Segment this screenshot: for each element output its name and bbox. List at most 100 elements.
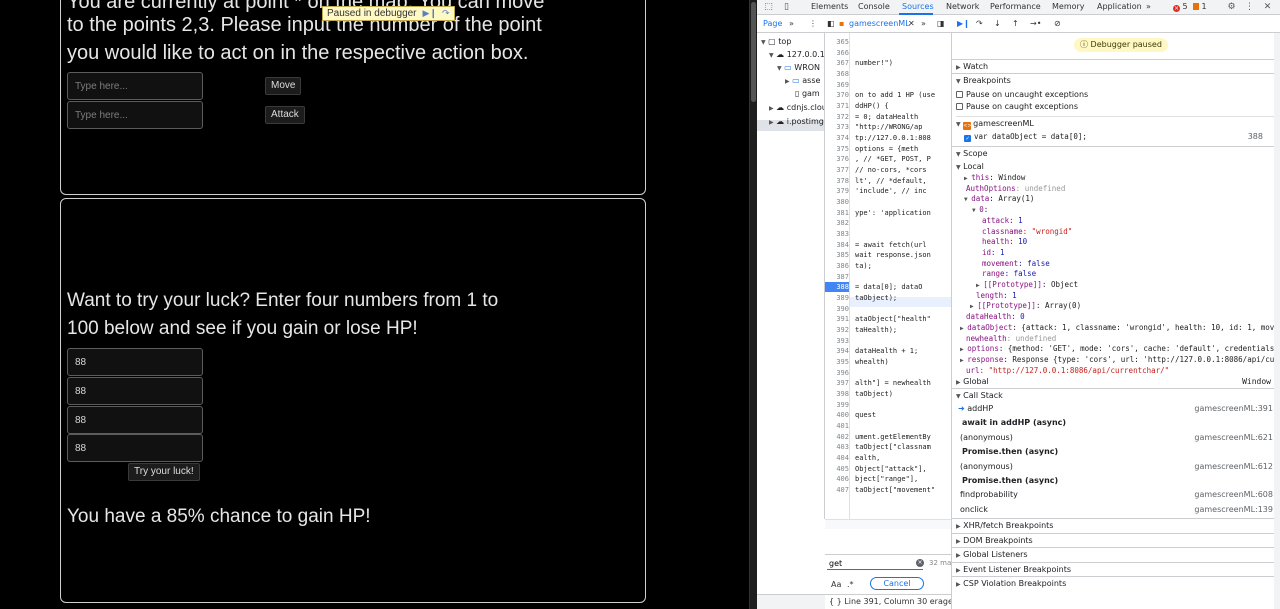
line-number[interactable]: 396	[825, 368, 849, 378]
dom-breakpoints-header[interactable]: ▶ DOM Breakpoints	[952, 533, 1280, 547]
call-frame[interactable]: ➜ addHP gamescreenML:391	[958, 404, 1280, 414]
resume-script-icon[interactable]: ▶❙	[957, 19, 970, 28]
line-number[interactable]: 370	[825, 90, 849, 100]
call-frame[interactable]: findprobability gamescreenML:608	[958, 490, 1280, 500]
line-number[interactable]: 393	[825, 336, 849, 346]
breakpoints-section-header[interactable]: ▼ Breakpoints	[952, 73, 1280, 87]
close-devtools-icon[interactable]: ✕	[1262, 2, 1273, 12]
frame-location[interactable]: gamescreenML:621	[1194, 433, 1273, 443]
step-over-icon[interactable]: ↷	[976, 19, 983, 28]
toggle-debugger-icon[interactable]: ◨	[937, 19, 945, 28]
scope-variable[interactable]: health: 10	[982, 237, 1280, 247]
frame-location[interactable]: gamescreenML:612	[1194, 462, 1273, 472]
tab-sources[interactable]: Sources	[902, 2, 934, 11]
line-number-gutter[interactable]: 365 366 367 368 369 370 371 372 373 374 375 376 377 3…	[825, 33, 850, 519]
call-frame[interactable]: (anonymous) gamescreenML:612	[958, 462, 1280, 472]
scope-variable[interactable]: ▶ [[Prototype]]: Object	[976, 280, 1280, 291]
line-number[interactable]: 365	[825, 37, 849, 47]
breakpoint-file-group[interactable]: ▼ <> gamescreenML	[956, 116, 1280, 130]
line-number[interactable]: 407	[825, 485, 849, 495]
step-over-icon[interactable]: ↷	[442, 7, 450, 20]
code-editor[interactable]: 365 366 367 368 369 370 371 372 373 374 375 376 377 3…	[825, 33, 951, 519]
line-number[interactable]: 383	[825, 229, 849, 239]
scope-variable[interactable]: ▶ this: Window	[964, 173, 1280, 184]
scope-variable[interactable]: ▶ response: Response {type: 'cors', url:…	[960, 355, 1280, 366]
scope-variable[interactable]: ▶ dataObject: {attack: 1, classname: 'wr…	[960, 323, 1280, 334]
scope-variable[interactable]: ▼ 0:	[972, 205, 1280, 216]
pause-caught-option[interactable]: Pause on caught exceptions	[956, 102, 1280, 112]
inspect-element-icon[interactable]: ⬚	[763, 2, 774, 12]
close-file-tab-icon[interactable]: ✕	[908, 19, 915, 28]
step-icon[interactable]: →•	[1030, 19, 1041, 28]
line-number[interactable]: 405	[825, 464, 849, 474]
deactivate-breakpoints-icon[interactable]: ⊘	[1054, 19, 1061, 28]
match-case-toggle[interactable]: Aa	[831, 580, 841, 589]
device-toolbar-icon[interactable]: ▯	[781, 2, 792, 12]
line-number[interactable]: 384	[825, 240, 849, 250]
line-number[interactable]: 374	[825, 133, 849, 143]
pause-uncaught-checkbox[interactable]	[956, 91, 963, 98]
more-files-icon[interactable]: »	[921, 19, 926, 28]
call-frame[interactable]: (anonymous) gamescreenML:621	[958, 433, 1280, 443]
line-number[interactable]: 391	[825, 314, 849, 324]
line-number[interactable]: 402	[825, 432, 849, 442]
scope-section-header[interactable]: ▼ Scope	[952, 146, 1280, 160]
line-number[interactable]: 377	[825, 165, 849, 175]
tab-elements[interactable]: Elements	[811, 2, 848, 11]
line-number[interactable]: 392	[825, 325, 849, 335]
resume-icon[interactable]: ▶❙	[423, 7, 437, 20]
tab-network[interactable]: Network	[946, 2, 979, 11]
line-number[interactable]: 366	[825, 48, 849, 58]
tree-item-top[interactable]: ▼ ▢ top	[761, 37, 791, 46]
frame-location[interactable]: gamescreenML:139	[1194, 505, 1273, 515]
toggle-navigator-icon[interactable]: ◧	[827, 19, 835, 28]
line-number[interactable]: 372	[825, 112, 849, 122]
sidebar-scrollbar[interactable]	[1274, 33, 1280, 609]
line-number[interactable]: 401	[825, 421, 849, 431]
scope-variable[interactable]: classname: "wrongid"	[982, 227, 1280, 237]
editor-horizontal-scrollbar[interactable]	[825, 519, 951, 529]
scope-variable[interactable]: length: 1	[976, 291, 1280, 301]
error-count-badge[interactable]: × 5	[1173, 2, 1188, 12]
line-number[interactable]: 378	[825, 176, 849, 186]
attack-button[interactable]: Attack	[265, 106, 305, 124]
line-number[interactable]: 381	[825, 208, 849, 218]
regex-toggle[interactable]: .*	[847, 580, 854, 589]
scope-variable[interactable]: movement: false	[982, 259, 1280, 269]
breakpoint-entry[interactable]: ✓ var dataObject = data[0]; 388	[964, 132, 1280, 142]
line-number[interactable]: 387	[825, 272, 849, 282]
more-navigators-icon[interactable]: »	[789, 19, 794, 28]
luck-number-input-3[interactable]	[67, 406, 203, 434]
watch-section-header[interactable]: ▶ Watch	[952, 59, 1280, 73]
line-number[interactable]: 367	[825, 58, 849, 68]
scope-variable[interactable]: attack: 1	[982, 216, 1280, 226]
clear-search-icon[interactable]: ×	[916, 559, 924, 567]
line-number[interactable]: 398	[825, 389, 849, 399]
scope-variable[interactable]: ▼ data: Array(1)	[964, 194, 1280, 205]
line-number[interactable]: 388	[825, 282, 849, 293]
pause-caught-checkbox[interactable]	[956, 103, 963, 110]
scope-variable[interactable]: AuthOptions: undefined	[966, 184, 1280, 194]
xhr-breakpoints-header[interactable]: ▶ XHR/fetch Breakpoints	[952, 518, 1280, 532]
scope-local-header[interactable]: ▼ Local	[956, 162, 1280, 173]
tab-console[interactable]: Console	[858, 2, 890, 11]
line-number[interactable]: 389	[825, 293, 849, 303]
tree-item-cdnjs[interactable]: ▶ ☁ cdnjs.clou	[769, 103, 824, 112]
line-number[interactable]: 386	[825, 261, 849, 271]
tab-application[interactable]: Application	[1097, 2, 1142, 11]
line-number[interactable]: 385	[825, 250, 849, 260]
cancel-search-button[interactable]: Cancel	[870, 577, 924, 590]
call-stack-section-header[interactable]: ▼ Call Stack	[952, 388, 1280, 402]
line-number[interactable]: 369	[825, 80, 849, 90]
luck-number-input-1[interactable]	[67, 348, 203, 376]
line-number[interactable]: 379	[825, 186, 849, 196]
step-out-icon[interactable]: ↑	[1012, 19, 1019, 28]
line-number[interactable]: 371	[825, 101, 849, 111]
frame-location[interactable]: gamescreenML:391	[1194, 404, 1273, 414]
tree-item-assets[interactable]: ▶ ▭ asse	[785, 76, 820, 85]
try-your-luck-button[interactable]: Try your luck!	[128, 463, 200, 481]
scope-variable[interactable]: ▶ options: {method: 'GET', mode: 'cors',…	[960, 344, 1280, 355]
search-input[interactable]	[827, 557, 923, 570]
move-button[interactable]: Move	[265, 77, 302, 95]
line-number[interactable]: 390	[825, 304, 849, 314]
